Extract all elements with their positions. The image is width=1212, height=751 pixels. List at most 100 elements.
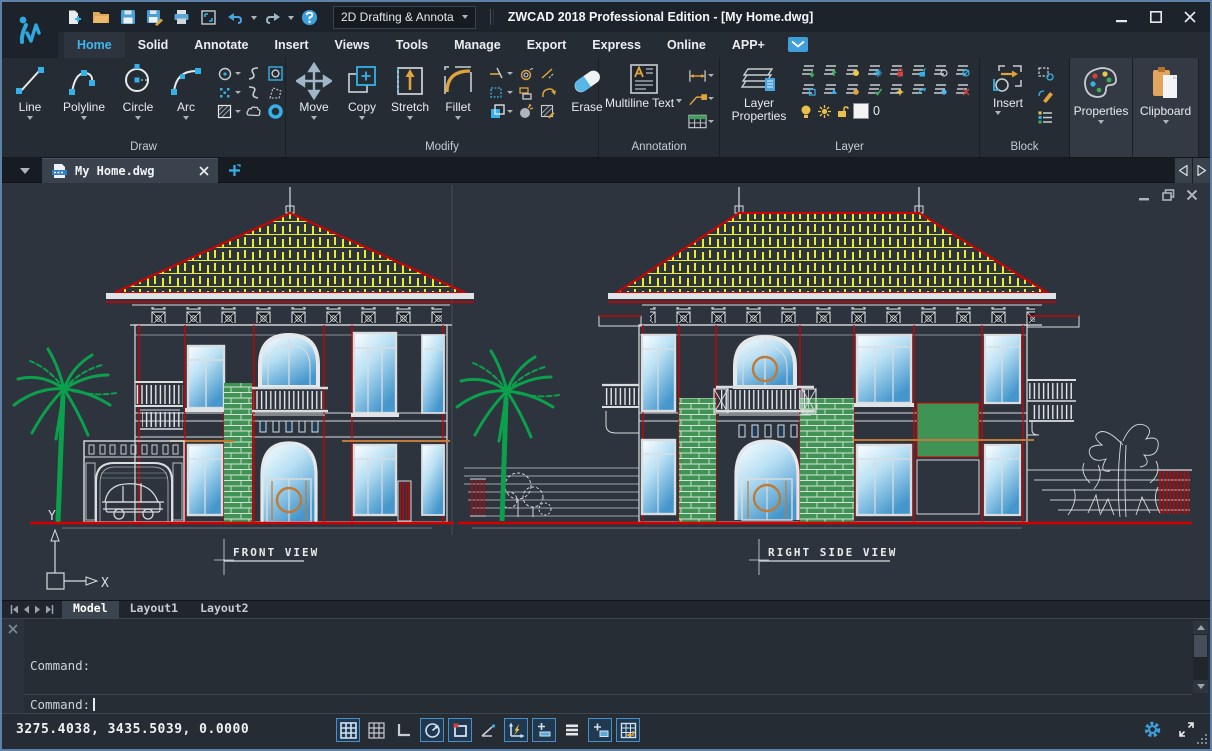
scale-icon[interactable] [487,84,506,101]
document-close-icon[interactable] [199,166,209,176]
viewport-toggle[interactable] [616,718,640,742]
tab-express[interactable]: Express [579,32,654,58]
layer-walk-icon[interactable] [909,80,928,97]
fillet-caret-icon[interactable] [455,116,461,123]
trim-caret-icon[interactable] [507,72,513,78]
close-button[interactable] [1176,7,1204,27]
message-icon[interactable] [788,32,808,58]
side-left-balcony[interactable] [602,385,639,433]
panel-properties[interactable]: Properties [1070,58,1133,157]
dynamic-input-toggle[interactable] [504,718,528,742]
side-roof[interactable] [616,213,1048,293]
trim-icon[interactable] [487,65,506,82]
hatch-caret-icon[interactable] [235,110,241,116]
front-view-label-group[interactable]: FRONT VIEW [214,539,319,575]
array-icon[interactable] [487,103,506,120]
side-shrub-sketch[interactable] [1068,424,1160,517]
polar-toggle[interactable] [420,718,444,742]
layer-off-icon[interactable] [799,61,818,78]
move-caret-icon[interactable] [311,116,317,123]
tab-solid[interactable]: Solid [125,32,182,58]
cycle-toggle[interactable] [560,718,584,742]
fillet-button[interactable]: Fillet [434,61,482,123]
circle-caret-icon[interactable] [135,116,141,123]
new-document-tab-icon[interactable] [224,161,244,180]
tab-app-plus[interactable]: APP+ [719,32,778,58]
insert-button[interactable]: Insert [984,61,1032,110]
tab-manage[interactable]: Manage [441,32,514,58]
save-as-icon[interactable] [143,6,166,28]
zwcad-logo[interactable] [2,2,58,58]
copy-caret-icon[interactable] [359,116,365,123]
donut-icon[interactable] [266,103,285,120]
front-side-gate[interactable] [398,481,411,521]
front-arch-window[interactable] [250,335,328,432]
layer-previous-icon[interactable] [843,80,862,97]
layer-merge-icon[interactable] [931,80,950,97]
side-arch-door[interactable] [736,441,798,520]
stretch-button[interactable]: Stretch [386,61,434,123]
layout-tab-layout1[interactable]: Layout1 [119,601,189,618]
lineweight-toggle[interactable] [532,718,556,742]
layout-tab-model[interactable]: Model [62,601,119,618]
maximize-button[interactable] [1142,7,1170,27]
undo-icon[interactable] [224,6,247,28]
leader-icon[interactable] [688,90,707,107]
front-roof[interactable] [114,213,466,293]
point-caret-icon[interactable] [235,91,241,97]
layer-unlock-icon[interactable] [909,61,928,78]
side-right-windows[interactable] [852,335,1034,515]
layer-delete-icon[interactable] [953,80,972,97]
redo-icon[interactable] [261,6,284,28]
command-close-icon[interactable] [8,624,18,634]
layer-isolate-icon[interactable] [931,61,950,78]
model-space[interactable]: FRONT VIEW [2,183,1210,600]
mdi-close-icon[interactable] [1186,189,1198,201]
line-button[interactable]: Line [6,61,54,123]
prev-layout-icon[interactable] [23,605,30,614]
mdi-restore-icon[interactable] [1162,189,1175,201]
layer-on-icon[interactable] [821,61,840,78]
help-icon[interactable] [298,6,321,28]
explode-icon[interactable] [516,103,535,120]
circle-button[interactable]: Circle [114,61,162,123]
grid-toggle[interactable] [364,718,388,742]
save-icon[interactable] [116,6,139,28]
arc-button[interactable]: Arc [162,61,210,123]
copy-button[interactable]: Copy [338,61,386,123]
layer-properties-button[interactable]: Layer Properties [724,61,794,123]
clipboard-caret-icon[interactable] [1163,120,1169,127]
scroll-down-icon[interactable] [1193,680,1208,693]
move-button[interactable]: Move [290,61,338,123]
scroll-up-icon[interactable] [1193,621,1208,634]
layer-bulb-icon[interactable] [843,61,862,78]
command-window[interactable]: Command: Command: '_.zoom Specify corner… [2,618,1210,713]
side-view-label-group[interactable]: RIGHT SIDE VIEW [749,539,897,575]
document-tab-active[interactable]: My Home.dwg [42,158,218,183]
mirror-icon[interactable] [538,65,557,82]
doc-list-caret-icon[interactable] [20,168,30,179]
attributes-icon[interactable] [1036,109,1055,126]
fullscreen-icon[interactable] [1177,720,1196,739]
osnap-toggle[interactable] [448,718,472,742]
scrollbar-thumb[interactable] [1194,635,1207,657]
layer-state-icon[interactable] [865,80,884,97]
resize-grip[interactable] [1196,733,1208,745]
tab-insert[interactable]: Insert [261,32,321,58]
tab-online[interactable]: Online [654,32,719,58]
tab-export[interactable]: Export [514,32,580,58]
side-left-windows[interactable] [642,335,675,514]
hatch-edit-icon[interactable] [538,103,557,120]
arc-caret-icon[interactable] [183,116,189,123]
ellipse-icon[interactable] [215,65,234,82]
properties-caret-icon[interactable] [1098,120,1104,127]
layout-tab-layout2[interactable]: Layout2 [189,601,259,618]
ortho-toggle[interactable] [392,718,416,742]
revision-cloud-icon[interactable] [244,103,263,120]
panel-clipboard[interactable]: Clipboard [1133,58,1199,157]
front-arch-door[interactable] [262,443,316,522]
layer-unisolate-icon[interactable] [953,61,972,78]
tab-views[interactable]: Views [322,32,383,58]
side-brick-wall-right[interactable] [800,398,854,522]
align-icon[interactable] [516,84,535,101]
